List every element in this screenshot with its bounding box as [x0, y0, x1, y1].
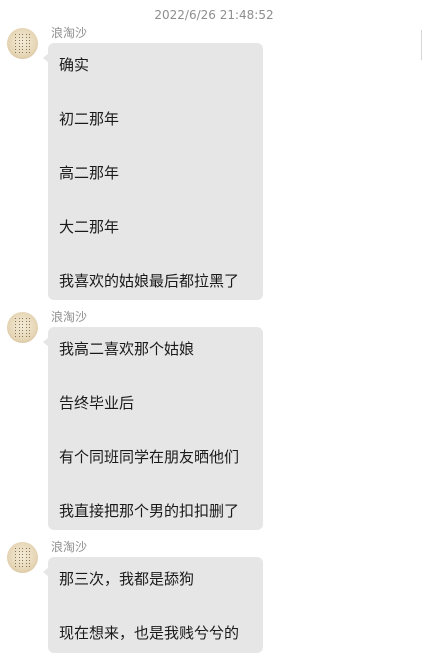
avatar[interactable] [7, 28, 38, 59]
message-line: 我直接把那个男的扣扣删了 [59, 502, 240, 520]
calligraphy-avatar-icon [15, 34, 30, 53]
sender-name: 浪淘沙 [51, 26, 88, 40]
sender-name: 浪淘沙 [51, 540, 88, 554]
message-timestamp: 2022/6/26 21:48:52 [154, 8, 274, 22]
message-line: 确实 [59, 56, 90, 74]
message-bubble[interactable]: 那三次，我都是舔狗 现在想来，也是我贱兮兮的 [43, 557, 263, 653]
message-line: 有个同班同学在朋友晒他们 [59, 448, 240, 466]
message-line: 初二那年 [59, 110, 120, 128]
message-line: 那三次，我都是舔狗 [59, 570, 195, 588]
message-line: 大二那年 [59, 218, 120, 236]
message-line: 我高二喜欢那个姑娘 [59, 340, 195, 358]
calligraphy-avatar-icon [15, 318, 30, 337]
message-bubble[interactable]: 确实 初二那年 高二那年 大二那年 我喜欢的姑娘最后都拉黑了 [43, 43, 263, 300]
message-line: 我喜欢的姑娘最后都拉黑了 [59, 272, 240, 290]
message-line: 高二那年 [59, 164, 120, 182]
chat-window: 2022/6/26 21:48:52 浪淘沙 确实 初二那年 高二那年 大二那年… [0, 0, 422, 661]
message-line: 告终毕业后 [59, 394, 135, 412]
avatar[interactable] [7, 312, 38, 343]
calligraphy-avatar-icon [15, 548, 30, 567]
message-bubble[interactable]: 我高二喜欢那个姑娘 告终毕业后 有个同班同学在朋友晒他们 我直接把那个男的扣扣删… [43, 327, 263, 530]
sender-name: 浪淘沙 [51, 310, 88, 324]
message-line: 现在想来，也是我贱兮兮的 [59, 624, 240, 642]
avatar[interactable] [7, 542, 38, 573]
